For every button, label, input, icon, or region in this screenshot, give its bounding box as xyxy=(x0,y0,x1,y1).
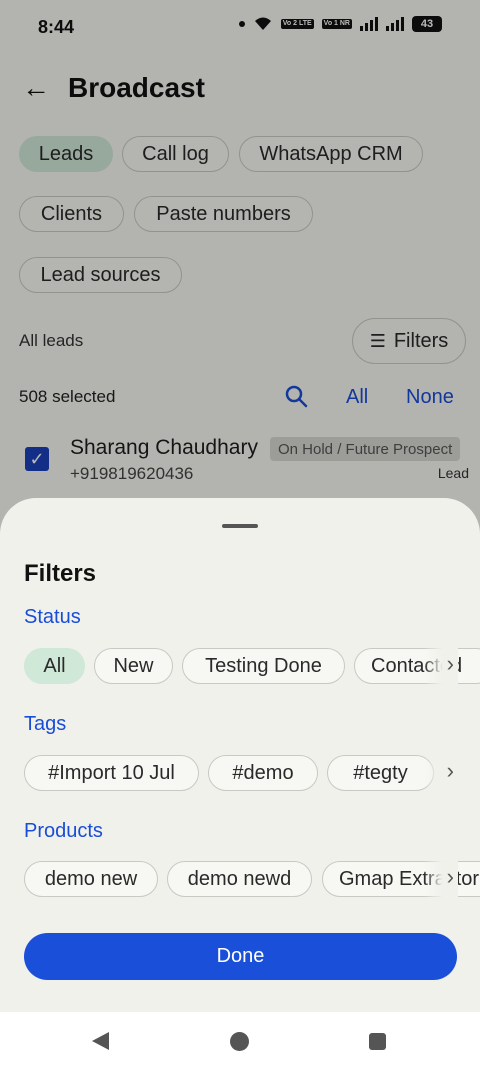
done-button[interactable]: Done xyxy=(24,933,457,980)
drag-handle[interactable] xyxy=(222,524,258,528)
sheet-title: Filters xyxy=(24,560,97,587)
nav-back-icon[interactable] xyxy=(92,1032,109,1050)
products-chip-row: demo new demo newd Gmap Extractor xyxy=(0,861,480,899)
status-chip-contacted[interactable]: Contacted xyxy=(354,648,480,684)
tags-chevron-right-icon[interactable]: › xyxy=(447,758,454,784)
products-chevron-right-icon[interactable]: › xyxy=(447,864,454,890)
status-chip-all[interactable]: All xyxy=(24,648,85,684)
product-chip-demo-new[interactable]: demo new xyxy=(24,861,158,897)
tags-section-label: Tags xyxy=(24,713,67,735)
status-chip-new[interactable]: New xyxy=(94,648,173,684)
system-nav-bar xyxy=(0,1012,480,1068)
status-section-label: Status xyxy=(24,606,81,628)
tag-chip-tegty[interactable]: #tegty xyxy=(327,755,434,791)
screen: 8:44 Vo 2 LTE Vo 1 NR 43 ← Broadcast Lea… xyxy=(0,0,480,1068)
product-chip-demo-newd[interactable]: demo newd xyxy=(167,861,312,897)
tag-chip-import[interactable]: #Import 10 Jul xyxy=(24,755,199,791)
status-chevron-right-icon[interactable]: › xyxy=(447,651,454,677)
nav-home-icon[interactable] xyxy=(230,1032,249,1051)
filters-bottom-sheet: Filters Status All New Testing Done Cont… xyxy=(0,498,480,1012)
tags-chip-row: #Import 10 Jul #demo #tegty xyxy=(0,755,480,793)
products-section-label: Products xyxy=(24,820,103,842)
status-chip-testing-done[interactable]: Testing Done xyxy=(182,648,345,684)
status-chip-row: All New Testing Done Contacted xyxy=(0,648,480,686)
tag-chip-demo[interactable]: #demo xyxy=(208,755,318,791)
nav-recents-icon[interactable] xyxy=(369,1033,386,1050)
